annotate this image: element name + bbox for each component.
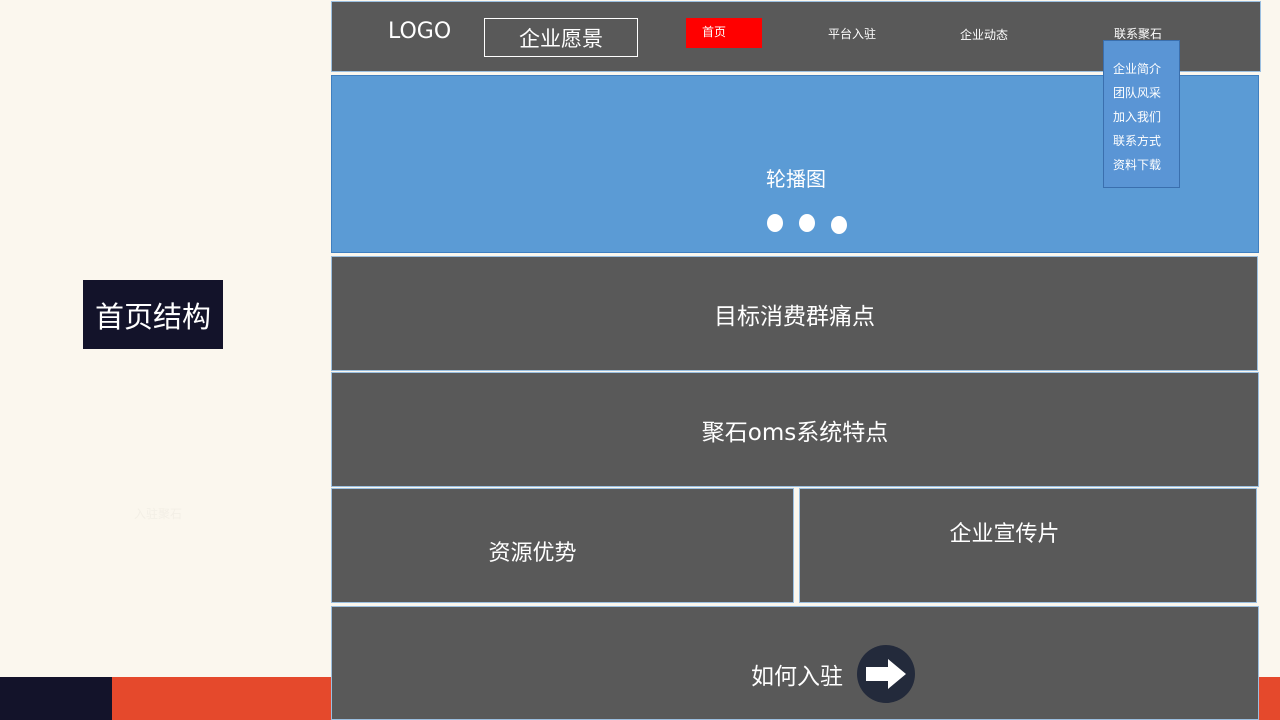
vision-button[interactable]: 企业愿景 xyxy=(484,18,638,57)
arrow-right-icon xyxy=(866,659,906,689)
section-promo-video-label: 企业宣传片 xyxy=(949,522,1060,547)
section-how-to-join-label: 如何入驻 xyxy=(751,664,843,690)
section-oms-features-label: 聚石oms系统特点 xyxy=(701,419,889,446)
faint-caption: 入驻聚石 xyxy=(133,507,182,521)
section-how-to-join[interactable]: 如何入驻 xyxy=(331,606,1259,720)
section-resources-label: 资源优势 xyxy=(488,541,577,566)
dropdown-item-company-intro[interactable]: 企业简介 xyxy=(1113,60,1177,77)
logo[interactable]: LOGO xyxy=(388,19,458,47)
carousel-dot[interactable] xyxy=(767,214,783,232)
section-oms-features[interactable]: 聚石oms系统特点 xyxy=(331,372,1259,487)
carousel-dot[interactable] xyxy=(831,216,847,234)
nav-item-home[interactable]: 首页 xyxy=(686,18,762,48)
dropdown-item-downloads[interactable]: 资料下载 xyxy=(1113,156,1177,173)
nav-item-contact[interactable]: 联系聚石 xyxy=(1114,25,1174,43)
dropdown-item-team[interactable]: 团队风采 xyxy=(1113,84,1177,101)
nav-item-platform-join[interactable]: 平台入驻 xyxy=(828,25,888,43)
carousel-dot[interactable] xyxy=(799,214,815,232)
dropdown-item-contact-info[interactable]: 联系方式 xyxy=(1113,132,1177,149)
section-pain-points[interactable]: 目标消费群痛点 xyxy=(331,256,1258,371)
nav-item-company-news[interactable]: 企业动态 xyxy=(960,26,1020,44)
next-button[interactable] xyxy=(857,645,915,703)
carousel-label: 轮播图 xyxy=(766,167,826,191)
dropdown-item-join-us[interactable]: 加入我们 xyxy=(1113,108,1177,125)
section-promo-video[interactable]: 企业宣传片 xyxy=(799,488,1257,603)
bottom-bar-navy xyxy=(0,677,112,720)
section-pain-points-label: 目标消费群痛点 xyxy=(714,303,875,330)
section-resources[interactable]: 资源优势 xyxy=(331,488,794,603)
slide-title: 首页结构 xyxy=(83,280,223,349)
contact-dropdown-menu: 企业简介 团队风采 加入我们 联系方式 资料下载 xyxy=(1103,40,1180,188)
